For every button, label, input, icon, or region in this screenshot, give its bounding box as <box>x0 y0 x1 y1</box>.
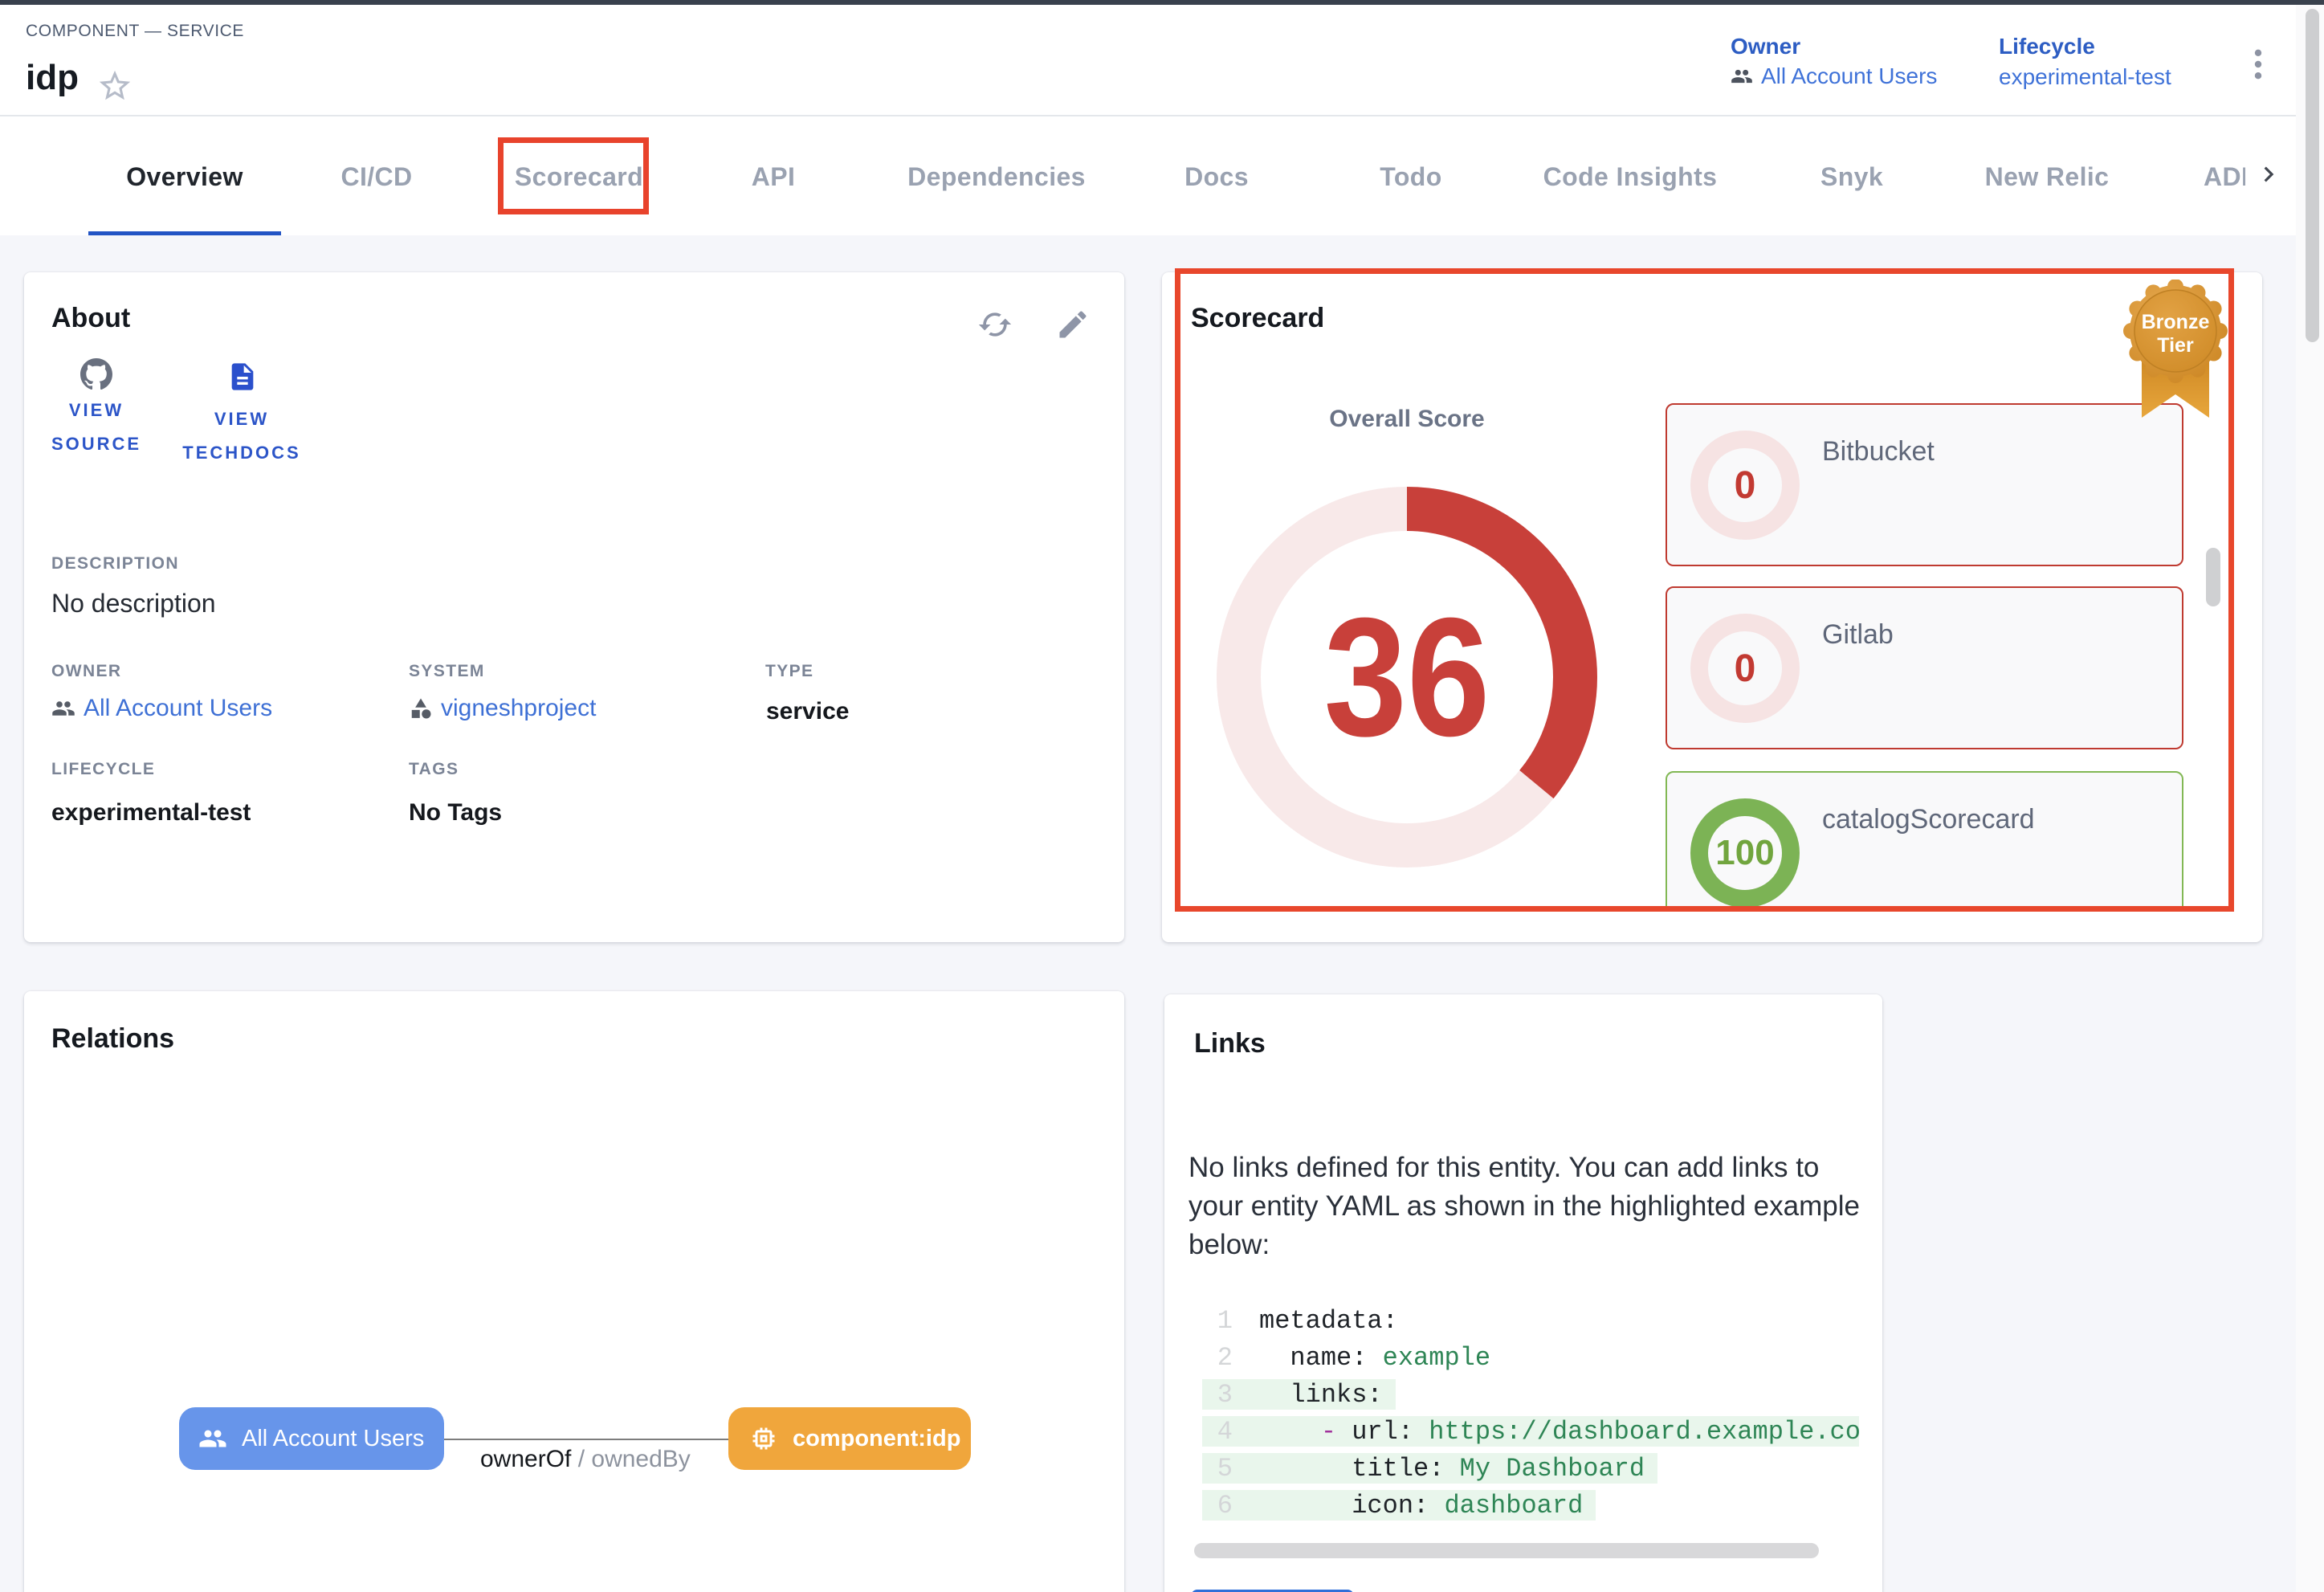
svg-text:Tier: Tier <box>2157 334 2194 357</box>
svg-text:Bronze: Bronze <box>2142 311 2210 333</box>
